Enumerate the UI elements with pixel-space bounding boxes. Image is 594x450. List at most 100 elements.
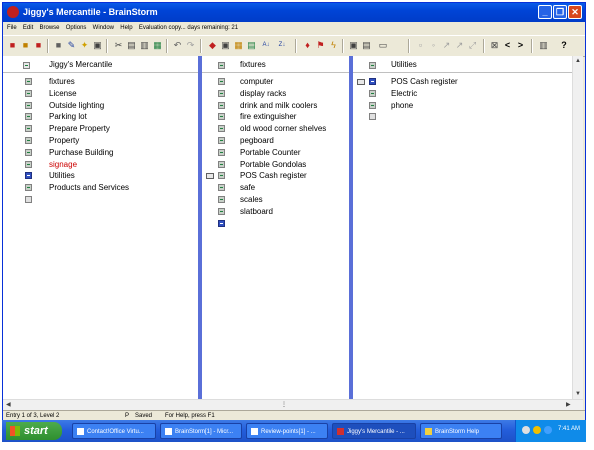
open-folder-icon[interactable]: ■	[20, 40, 31, 51]
collapse-icon[interactable]: ⊠	[489, 40, 500, 51]
topic-icon[interactable]	[25, 78, 32, 85]
close-button[interactable]: ✕	[568, 5, 582, 19]
topic-icon[interactable]	[218, 101, 225, 109]
taskbar-item-contactoffice[interactable]: Contact!Office Virtu...	[72, 423, 156, 439]
restore-button[interactable]: ❐	[553, 5, 567, 19]
vertical-scrollbar[interactable]: ▲ ▼	[572, 56, 583, 399]
import-icon[interactable]: ■	[33, 40, 44, 51]
topic-icon[interactable]	[369, 78, 376, 85]
topic-icon[interactable]	[25, 172, 32, 180]
topic-icon[interactable]	[218, 113, 225, 121]
outline-icon[interactable]: ▥	[538, 40, 549, 51]
lightning-icon[interactable]: ϟ	[328, 40, 339, 51]
clipboard-icon[interactable]: ▦	[152, 40, 163, 51]
topic-icon[interactable]	[218, 148, 225, 156]
arrow-up-right-icon[interactable]: ↗	[441, 40, 452, 51]
flag-icon[interactable]: ⚑	[315, 40, 326, 51]
window-icon[interactable]: ▣	[220, 40, 231, 51]
list-item[interactable]: computer	[202, 76, 349, 87]
link-tag-icon[interactable]	[206, 173, 214, 180]
empty-topic-icon[interactable]	[218, 219, 225, 227]
topic-icon[interactable]	[218, 137, 225, 144]
list-item[interactable]: pegboard	[202, 135, 349, 146]
print-icon[interactable]: ▣	[92, 40, 103, 51]
scroll-right-arrow[interactable]: ▶	[566, 401, 571, 409]
scroll-left-arrow[interactable]: ◀	[6, 401, 11, 409]
list-item[interactable]: License	[3, 88, 198, 99]
minimize-button[interactable]: _	[538, 5, 552, 19]
arrow-diagonal-icon[interactable]: ↗	[454, 40, 465, 51]
marker-icon[interactable]: ♦	[302, 40, 313, 51]
menu-file[interactable]: File	[7, 22, 17, 34]
zoom-icon[interactable]: ▫	[415, 40, 426, 51]
arrow-expand-icon[interactable]: ⤢	[467, 40, 478, 51]
topic-icon[interactable]	[218, 89, 225, 97]
empty-topic-icon[interactable]	[369, 113, 376, 121]
view-two-icon[interactable]: ▤	[361, 40, 372, 51]
topic-icon[interactable]	[369, 101, 376, 109]
back-button[interactable]: <	[502, 40, 513, 51]
app-icon[interactable]	[7, 6, 19, 18]
list-item[interactable]: Purchase Building	[3, 147, 198, 158]
taskbar-item-jiggys-mercantile[interactable]: Jiggy's Mercantile - ...	[332, 423, 416, 439]
copy-icon[interactable]: ▤	[126, 40, 137, 51]
new-entry-row[interactable]	[353, 111, 583, 122]
menu-window[interactable]: Window	[93, 22, 114, 34]
topic-icon[interactable]	[218, 207, 225, 215]
list-item[interactable]: drink and milk coolers	[202, 100, 349, 111]
list-item[interactable]: old wood corner shelves	[202, 123, 349, 134]
menu-help[interactable]: Help	[120, 22, 132, 34]
topic-icon[interactable]	[218, 125, 225, 133]
topic-icon[interactable]	[25, 160, 32, 168]
save-icon[interactable]: ■	[53, 40, 64, 51]
list-item[interactable]: display racks	[202, 88, 349, 99]
sort-descending-icon[interactable]: Z↓	[275, 40, 289, 51]
link-icon[interactable]: ◦	[428, 40, 439, 51]
list-item[interactable]: Portable Counter	[202, 147, 349, 158]
horizontal-scrollbar[interactable]: ◀ ⋮ ▶	[3, 399, 583, 410]
topic-icon[interactable]	[218, 160, 225, 168]
topic-icon[interactable]	[218, 196, 225, 203]
pane-1-header[interactable]: Jiggy's Mercantile	[3, 58, 198, 73]
cut-icon[interactable]: ✂	[113, 40, 124, 51]
list-item[interactable]: phone	[353, 100, 583, 111]
scroll-up-arrow[interactable]: ▲	[574, 57, 582, 65]
topic-icon[interactable]	[218, 184, 225, 192]
topic-icon[interactable]	[218, 172, 225, 180]
topic-icon[interactable]	[25, 113, 32, 121]
pane-3-header[interactable]: Utilities	[353, 58, 583, 73]
topic-icon[interactable]	[25, 184, 32, 192]
menu-edit[interactable]: Edit	[23, 22, 33, 34]
new-entry-row[interactable]	[202, 218, 349, 229]
list-item[interactable]: Outside lighting	[3, 100, 198, 111]
new-entry-row[interactable]	[3, 194, 198, 205]
scroll-thumb-grip[interactable]: ⋮	[281, 401, 287, 409]
warning-icon[interactable]	[533, 426, 541, 434]
list-item[interactable]: safe	[202, 182, 349, 193]
empty-topic-icon[interactable]	[25, 196, 32, 203]
help-icon[interactable]: ?	[557, 40, 571, 51]
list-icon[interactable]: ▤	[246, 40, 257, 51]
list-item[interactable]: fire extinguisher	[202, 111, 349, 122]
pane-2-header[interactable]: fixtures	[202, 58, 349, 73]
security-icon[interactable]	[544, 426, 552, 434]
start-button[interactable]: start	[6, 422, 62, 440]
view-three-icon[interactable]: ▭	[376, 40, 390, 51]
magic-icon[interactable]: ✦	[79, 40, 90, 51]
list-item[interactable]: POS Cash register	[202, 170, 349, 181]
list-item[interactable]: Electric	[353, 88, 583, 99]
topic-icon[interactable]	[25, 101, 32, 109]
list-item[interactable]: fixtures	[3, 76, 198, 87]
list-item[interactable]: POS Cash register	[353, 76, 583, 87]
topic-icon[interactable]	[369, 89, 376, 97]
taskbar-item-brainstorm-word[interactable]: BrainStorm[1] - Micr...	[160, 423, 242, 439]
list-item[interactable]: Property	[3, 135, 198, 146]
topic-icon[interactable]	[25, 125, 32, 133]
edit-pen-icon[interactable]: ✎	[66, 40, 77, 51]
grid-icon[interactable]: ▦	[233, 40, 244, 51]
new-file-icon[interactable]: ■	[7, 40, 18, 51]
topic-icon[interactable]	[25, 137, 32, 144]
list-item[interactable]: signage	[3, 159, 198, 170]
topic-icon[interactable]	[25, 148, 32, 156]
list-item[interactable]: slatboard	[202, 206, 349, 217]
